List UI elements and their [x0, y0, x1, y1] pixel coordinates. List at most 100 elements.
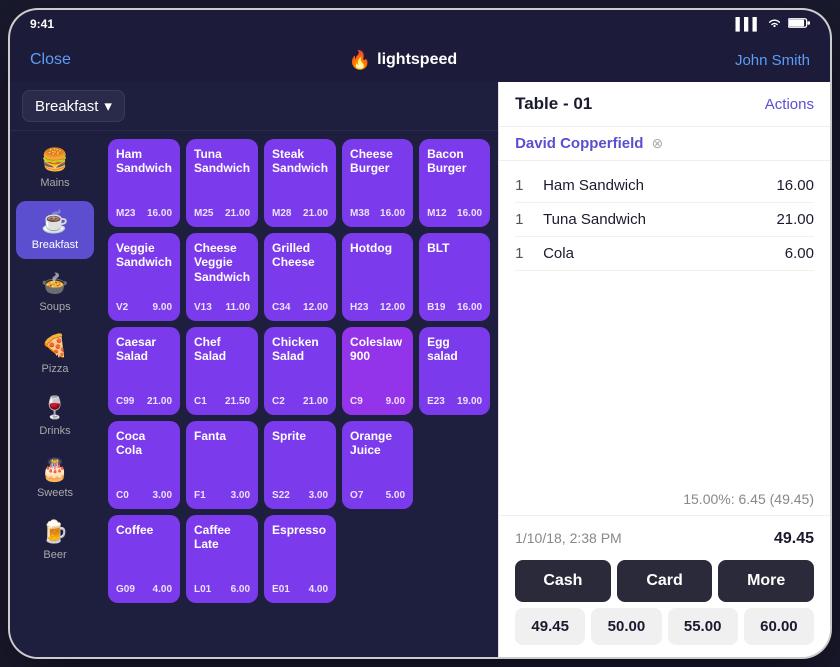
menu-item-C9[interactable]: Coleslaw 900 C9 9.00: [342, 327, 413, 415]
menu-item-S22[interactable]: Sprite S22 3.00: [264, 421, 336, 509]
sidebar-label-mains: Mains: [40, 177, 69, 189]
menu-item-price: 9.00: [153, 302, 172, 313]
menu-item-code: M25: [194, 208, 213, 219]
menu-item-code: H23: [350, 302, 368, 313]
menu-item-code: F1: [194, 490, 206, 501]
payment-more-button[interactable]: More: [718, 560, 814, 602]
menu-item-code: C99: [116, 396, 134, 407]
sidebar-item-beer[interactable]: 🍺Beer: [16, 511, 94, 569]
menu-item-code: V2: [116, 302, 128, 313]
menu-item-C2[interactable]: Chicken Salad C2 21.00: [264, 327, 336, 415]
sidebar-item-drinks[interactable]: 🍷Drinks: [16, 387, 94, 445]
menu-item-name: Veggie Sandwich: [116, 241, 172, 270]
wifi-icon: [767, 17, 782, 32]
menu-item-name: BLT: [427, 241, 482, 255]
user-name[interactable]: John Smith: [735, 52, 810, 69]
menu-item-M12[interactable]: Bacon Burger M12 16.00: [419, 139, 490, 227]
menu-item-C1[interactable]: Chef Salad C1 21.50: [186, 327, 258, 415]
sidebar-label-drinks: Drinks: [39, 425, 70, 437]
menu-item-name: Cheese Burger: [350, 147, 405, 176]
menu-item-B19[interactable]: BLT B19 16.00: [419, 233, 490, 321]
menu-item-F1[interactable]: Fanta F1 3.00: [186, 421, 258, 509]
menu-item-M25[interactable]: Tuna Sandwich M25 21.00: [186, 139, 258, 227]
menu-item-H23[interactable]: Hotdog H23 12.00: [342, 233, 413, 321]
sidebar: 🍔Mains☕Breakfast 🍲 Soups 🍕Pizza🍷Drinks🎂Swee…: [10, 131, 100, 657]
order-item[interactable]: 1 Tuna Sandwich 21.00: [515, 203, 814, 237]
menu-item-name: Hotdog: [350, 241, 405, 255]
status-icons: ▌▌▌: [735, 17, 810, 32]
menu-item-C0[interactable]: Coca Cola C0 3.00: [108, 421, 180, 509]
menu-item-O7[interactable]: Orange Juice O7 5.00: [342, 421, 413, 509]
logo: 🔥 lightspeed: [349, 50, 457, 71]
menu-item-C34[interactable]: Grilled Cheese C34 12.00: [264, 233, 336, 321]
payment-total: 49.45: [774, 530, 814, 548]
sidebar-label-pizza: Pizza: [42, 363, 69, 375]
menu-item-code: M38: [350, 208, 369, 219]
menu-item-V2[interactable]: Veggie Sandwich V2 9.00: [108, 233, 180, 321]
sidebar-label-sweets: Sweets: [37, 487, 73, 499]
amount-50.00-button[interactable]: 50.00: [591, 608, 661, 645]
menu-item-price: 16.00: [457, 302, 482, 313]
payment-card-button[interactable]: Card: [617, 560, 713, 602]
menu-item-code: S22: [272, 490, 290, 501]
remove-customer-button[interactable]: ⊗: [651, 135, 663, 152]
sidebar-item-sweets[interactable]: 🎂Sweets: [16, 449, 94, 507]
menu-item-code: L01: [194, 584, 211, 595]
device-frame: 9:41 ▌▌▌ Close 🔥 lightspeed John Smith B…: [10, 10, 830, 657]
payment-cash-button[interactable]: Cash: [515, 560, 611, 602]
customer-row: David Copperfield ⊗: [499, 127, 830, 161]
order-item[interactable]: 1 Cola 6.00: [515, 237, 814, 271]
menu-item-L01[interactable]: Caffee Late L01 6.00: [186, 515, 258, 603]
menu-item-C99[interactable]: Caesar Salad C99 21.00: [108, 327, 180, 415]
menu-item-price: 12.00: [380, 302, 405, 313]
sidebar-label-soups: Soups: [39, 301, 70, 313]
sidebar-item-soups[interactable]: 🍲 Soups: [16, 263, 94, 321]
menu-item-E01[interactable]: Espresso E01 4.00: [264, 515, 336, 603]
sidebar-label-beer: Beer: [43, 549, 66, 561]
close-button[interactable]: Close: [30, 51, 71, 69]
menu-item-M28[interactable]: Steak Sandwich M28 21.00: [264, 139, 336, 227]
menu-item-name: Cheese Veggie Sandwich: [194, 241, 250, 284]
menu-item-code: M23: [116, 208, 135, 219]
menu-item-V13[interactable]: Cheese Veggie Sandwich V13 11.00: [186, 233, 258, 321]
logo-text: lightspeed: [377, 51, 457, 69]
menu-item-code: V13: [194, 302, 212, 313]
sidebar-item-pizza[interactable]: 🍕Pizza: [16, 325, 94, 383]
menu-item-name: Caffee Late: [194, 523, 250, 552]
menu-item-empty-19: [419, 421, 490, 509]
category-dropdown[interactable]: Breakfast ▾: [22, 90, 125, 122]
menu-item-name: Coffee: [116, 523, 172, 537]
menu-grid: Ham Sandwich M23 16.00 Tuna Sandwich M25…: [100, 131, 498, 657]
menu-item-E23[interactable]: Egg salad E23 19.00: [419, 327, 490, 415]
logo-flame-icon: 🔥: [349, 50, 371, 71]
amount-49.45-button[interactable]: 49.45: [515, 608, 585, 645]
menu-item-code: O7: [350, 490, 363, 501]
battery-icon: [788, 17, 810, 32]
customer-name[interactable]: David Copperfield: [515, 135, 643, 152]
order-item[interactable]: 1 Ham Sandwich 16.00: [515, 169, 814, 203]
sidebar-item-breakfast[interactable]: ☕Breakfast: [16, 201, 94, 259]
menu-item-name: Caesar Salad: [116, 335, 172, 364]
amount-55.00-button[interactable]: 55.00: [668, 608, 738, 645]
menu-item-code: M12: [427, 208, 446, 219]
menu-item-M23[interactable]: Ham Sandwich M23 16.00: [108, 139, 180, 227]
menu-item-name: Egg salad: [427, 335, 482, 364]
menu-item-price: 16.00: [147, 208, 172, 219]
order-item-price: 6.00: [785, 245, 814, 262]
order-item-qty: 1: [515, 211, 531, 228]
order-title: Table - 01: [515, 94, 592, 114]
amount-60.00-button[interactable]: 60.00: [744, 608, 814, 645]
sidebar-item-mains[interactable]: 🍔Mains: [16, 139, 94, 197]
menu-item-M38[interactable]: Cheese Burger M38 16.00: [342, 139, 413, 227]
status-bar: 9:41 ▌▌▌: [10, 10, 830, 38]
actions-button[interactable]: Actions: [765, 96, 814, 113]
soups-icon: 🍲: [41, 271, 68, 297]
menu-item-code: C34: [272, 302, 290, 313]
menu-item-G09[interactable]: Coffee G09 4.00: [108, 515, 180, 603]
menu-item-price: 3.00: [231, 490, 250, 501]
main-content: Breakfast ▾ 🍔Mains☕Breakfast 🍲 Soups 🍕Pizza…: [10, 82, 830, 657]
menu-item-price: 12.00: [303, 302, 328, 313]
menu-item-code: C9: [350, 396, 363, 407]
menu-item-price: 16.00: [380, 208, 405, 219]
menu-item-name: Chicken Salad: [272, 335, 328, 364]
